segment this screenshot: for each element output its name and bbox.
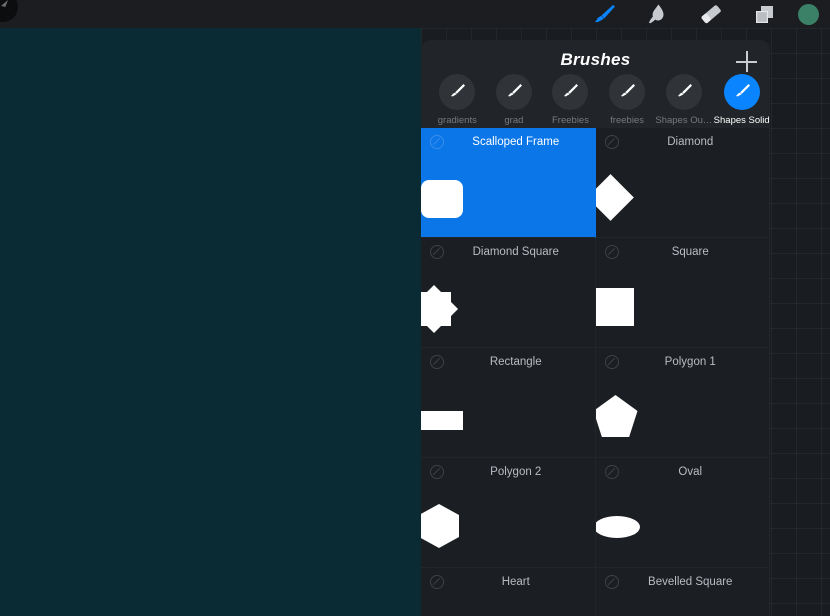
brush-preview: [596, 604, 770, 616]
brush-set-label: freebies: [610, 115, 644, 126]
brush-set-icon: [666, 74, 703, 110]
brush-set-icon: [723, 74, 760, 110]
brush-name: Oval: [678, 466, 703, 478]
brush-set-2[interactable]: grad: [486, 74, 543, 126]
brush-name: Bevelled Square: [648, 576, 733, 588]
brush-preview-shape: [595, 516, 640, 538]
brush-name: Square: [671, 246, 709, 258]
brushes-panel: Brushes gradients grad Freebies freebies Sha…: [421, 40, 770, 616]
brush-preview: [421, 274, 595, 334]
color-swatch-button[interactable]: [798, 3, 819, 25]
brush-preview-shape: [421, 504, 459, 548]
brush-set-icon: [609, 74, 646, 110]
brush-preview: [421, 604, 595, 616]
brush-preview: [421, 384, 595, 440]
brush-name: Rectangle: [489, 356, 542, 368]
brush-preview-shape: [595, 395, 638, 437]
panel-title: Brushes: [560, 50, 631, 69]
brush-cell[interactable]: Square: [595, 238, 770, 348]
layers-tool[interactable]: [738, 0, 792, 28]
smudge-icon: [649, 4, 664, 24]
brush-cell[interactable]: Diamond Square: [421, 238, 596, 348]
brush-set-label: grad: [504, 115, 524, 126]
brush-set-label: Shapes Outl…: [655, 115, 714, 126]
brush-cell[interactable]: Bevelled Square: [595, 568, 770, 616]
layers-icon: [756, 6, 773, 23]
brush-name: Heart: [501, 576, 530, 588]
brushes-panel-header: Brushes gradients grad Freebies freebies Sha…: [421, 40, 770, 128]
brush-preview-shape: [421, 411, 463, 430]
brush-preview-shape: [595, 288, 634, 326]
eraser-icon: [701, 5, 721, 24]
brush-preview: [595, 494, 770, 550]
tool-group: [576, 0, 822, 28]
brush-cell[interactable]: Polygon 2: [421, 458, 596, 568]
brush-set-5[interactable]: Shapes Outl…: [655, 74, 713, 126]
brush-preview-shape: [595, 174, 634, 221]
gallery-button[interactable]: [0, 0, 18, 22]
brush-preview: [595, 384, 770, 440]
paint-brush-tool[interactable]: [576, 0, 630, 28]
smudge-tool[interactable]: [630, 0, 684, 28]
brush-cell[interactable]: Polygon 1: [595, 348, 770, 458]
eraser-tool[interactable]: [684, 0, 738, 28]
brush-preview-shape: [421, 180, 463, 218]
brush-name: Diamond: [667, 136, 714, 148]
brush-preview: [421, 494, 595, 550]
brush-name: Scalloped Frame: [472, 136, 560, 148]
brush-name: Polygon 2: [490, 466, 542, 478]
brush-cell[interactable]: Oval: [595, 458, 770, 568]
top-toolbar: [0, 0, 830, 28]
paint-brush-icon: [595, 5, 615, 23]
brush-cell[interactable]: Scalloped Frame: [421, 128, 596, 238]
brush-set-list: gradients grad Freebies freebies Shapes Outl…: [421, 74, 770, 128]
add-brush-set-button[interactable]: [736, 51, 758, 73]
brush-preview: [595, 164, 770, 221]
brush-set-icon: [552, 74, 589, 110]
procreate-app-window: Brushes gradients grad Freebies freebies Sha…: [0, 0, 830, 616]
brush-preview: [421, 164, 595, 220]
brush-set-label: Shapes Solid: [713, 115, 770, 126]
brush-cell[interactable]: Diamond: [595, 128, 770, 238]
brush-set-icon: [495, 74, 532, 110]
brush-set-3[interactable]: Freebies: [542, 74, 599, 126]
brush-cell[interactable]: Rectangle: [421, 348, 596, 458]
brush-name: Polygon 1: [664, 356, 716, 368]
brush-set-6[interactable]: Shapes Solid: [713, 74, 770, 126]
brush-set-icon: [439, 74, 476, 110]
brush-set-label: Freebies: [552, 115, 589, 126]
brush-set-4[interactable]: freebies: [599, 74, 656, 126]
brush-preview: [595, 274, 770, 330]
brush-set-label: gradients: [437, 115, 477, 126]
brush-set-1[interactable]: gradients: [429, 74, 486, 126]
brush-cell[interactable]: Heart: [421, 568, 596, 616]
brush-grid: Scalloped Frame Diamond Diamond Square Squa…: [421, 128, 770, 616]
brush-name: Diamond Square: [472, 246, 559, 258]
brush-preview-shape: [421, 284, 459, 334]
